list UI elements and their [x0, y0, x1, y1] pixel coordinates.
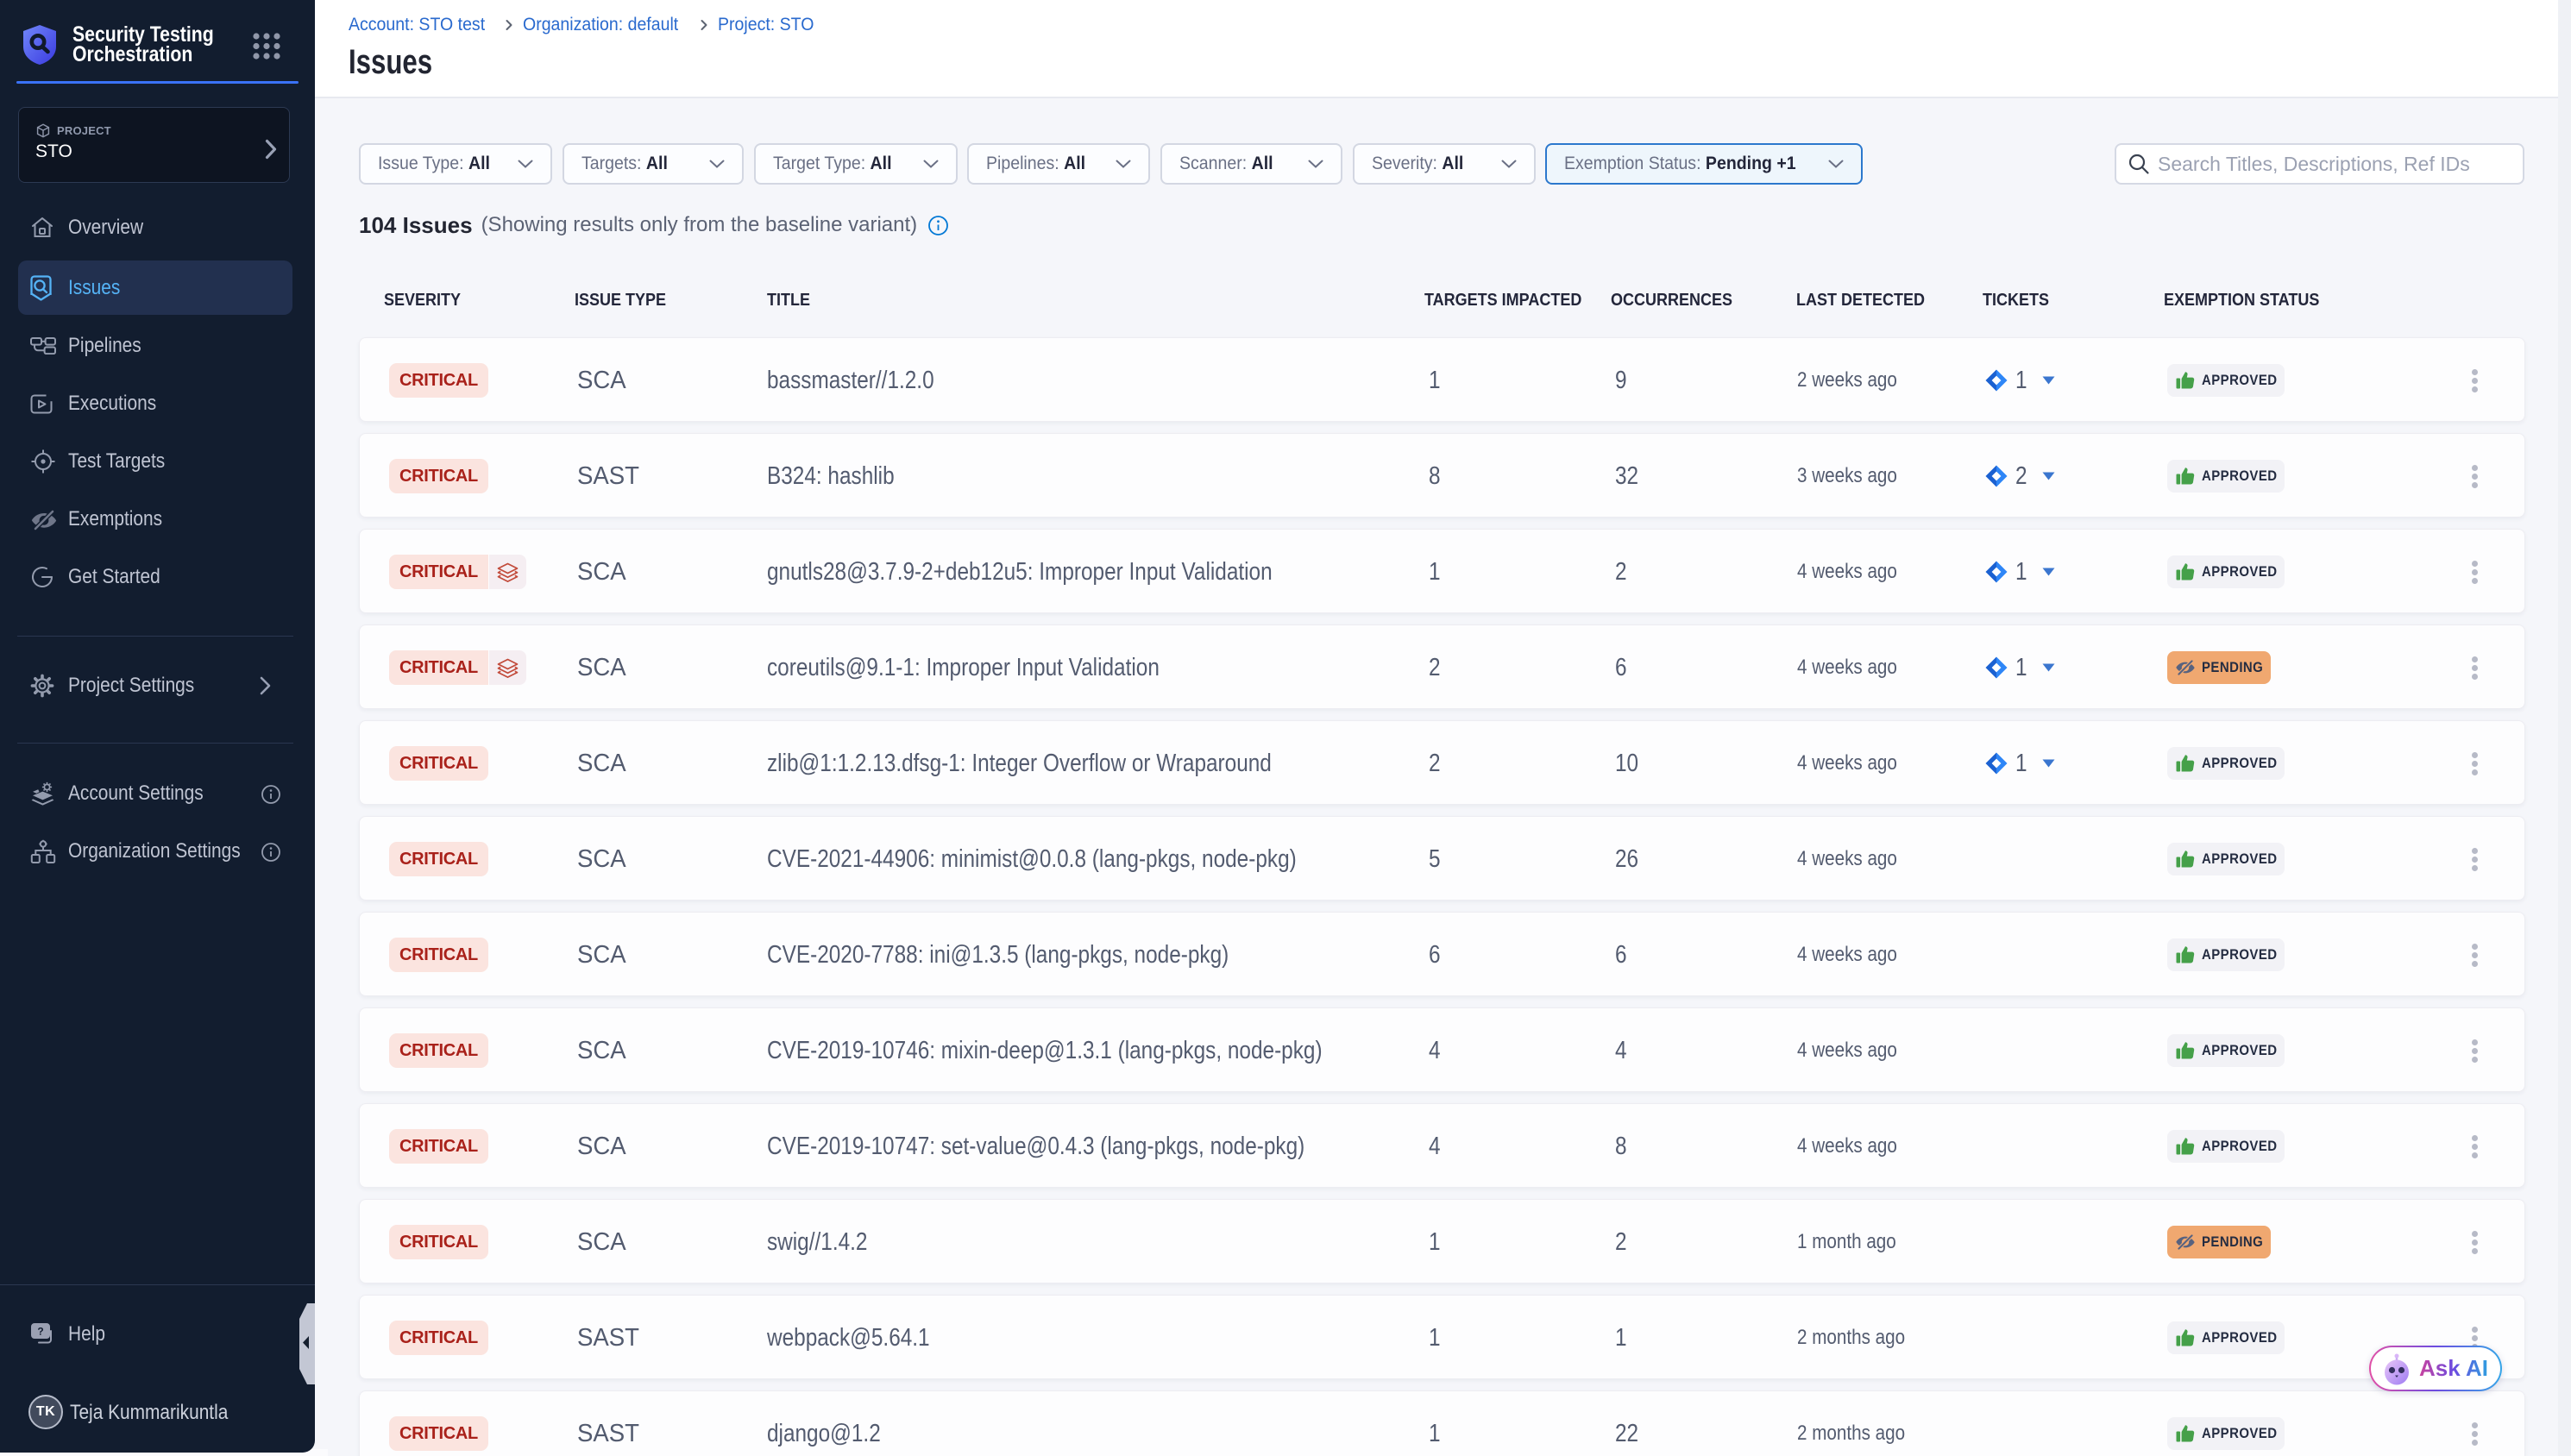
- svg-text:?: ?: [37, 1326, 43, 1338]
